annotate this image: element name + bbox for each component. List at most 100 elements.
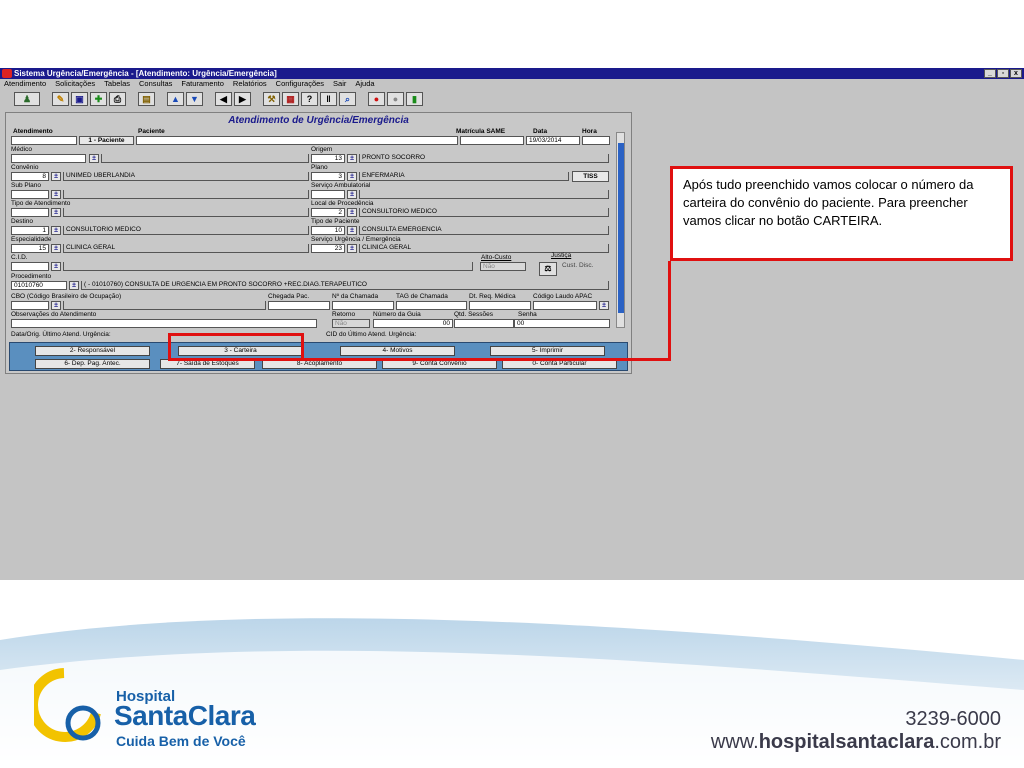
cid-lookup-icon[interactable]: ± — [51, 262, 61, 271]
tipo-paciente-code-field[interactable]: 10 — [311, 226, 345, 235]
last-record-icon[interactable]: ▶ — [234, 91, 251, 106]
especialidade-desc: CLINICA GERAL — [63, 244, 309, 253]
convenio-lookup-icon[interactable]: ± — [51, 172, 61, 181]
medico-code-field[interactable] — [11, 154, 86, 163]
cod-laudo-lookup-icon[interactable]: ± — [599, 301, 609, 310]
menu-atendimento[interactable]: Atendimento — [4, 79, 46, 89]
cid-field[interactable] — [11, 262, 49, 271]
num-guia-field[interactable]: 00 — [373, 319, 453, 328]
print-icon[interactable]: ⎙ — [109, 91, 126, 106]
num-chamada-field[interactable] — [332, 301, 394, 310]
cbo-lookup-icon[interactable]: ± — [51, 301, 61, 310]
retorno-label: Retorno — [332, 311, 356, 318]
hora-label: Hora — [582, 128, 597, 135]
procedimento-code-field[interactable]: 01010760 — [11, 281, 67, 290]
scrollbar-thumb[interactable] — [618, 143, 624, 313]
local-proc-lookup-icon[interactable]: ± — [347, 208, 357, 217]
justica-icon[interactable]: ⚖ — [539, 262, 557, 276]
sub-plano-lookup-icon[interactable]: ± — [51, 190, 61, 199]
cod-laudo-field[interactable] — [533, 301, 597, 310]
medico-lookup-icon[interactable]: ± — [89, 154, 99, 163]
archive-icon[interactable]: ▤ — [138, 91, 155, 106]
exit-icon[interactable]: ▮ — [406, 91, 423, 106]
up-arrow-icon[interactable]: ▲ — [167, 91, 184, 106]
responsavel-button[interactable]: 2- Responsável — [35, 346, 150, 356]
menu-tabelas[interactable]: Tabelas — [104, 79, 130, 89]
atendimento-label: Atendimento — [13, 128, 53, 135]
menu-configuracoes[interactable]: Configurações — [276, 79, 324, 89]
plano-lookup-icon[interactable]: ± — [347, 172, 357, 181]
menu-sair[interactable]: Sair — [333, 79, 346, 89]
qtd-sessoes-field[interactable] — [454, 319, 514, 328]
menu-faturamento[interactable]: Faturamento — [181, 79, 224, 89]
plano-code-field[interactable]: 3 — [311, 172, 345, 181]
edit-icon[interactable]: ✎ — [52, 91, 69, 106]
servico-amb-field[interactable] — [311, 190, 345, 199]
alto-custo-select[interactable]: Não — [480, 262, 526, 271]
paciente-field[interactable] — [136, 136, 458, 145]
users-icon[interactable]: ♟ — [14, 91, 40, 106]
menu-consultas[interactable]: Consultas — [139, 79, 172, 89]
tipo-paciente-lookup-icon[interactable]: ± — [347, 226, 357, 235]
menu-relatorios[interactable]: Relatórios — [233, 79, 267, 89]
atendimento-field[interactable] — [11, 136, 77, 145]
imprimir-button[interactable]: 5- Imprimir — [490, 346, 605, 356]
procedimento-lookup-icon[interactable]: ± — [69, 281, 79, 290]
destino-code-field[interactable]: 1 — [11, 226, 49, 235]
data-label: Data — [533, 128, 548, 135]
first-record-icon[interactable]: ◀ — [215, 91, 232, 106]
menu-ajuda[interactable]: Ajuda — [355, 79, 374, 89]
chegada-label: Chegada Pac. — [268, 293, 310, 300]
cbo-desc — [63, 301, 266, 310]
dt-req-field[interactable] — [469, 301, 531, 310]
observacoes-field[interactable] — [11, 319, 317, 328]
barcode-icon[interactable]: ‖ — [320, 91, 337, 106]
origem-code-field[interactable]: 13 — [311, 154, 345, 163]
close-button[interactable]: x — [1010, 69, 1022, 78]
tipo-atend-field[interactable] — [11, 208, 49, 217]
tag-chamada-field[interactable] — [396, 301, 467, 310]
especialidade-code-field[interactable]: 15 — [11, 244, 49, 253]
cbo-field[interactable] — [11, 301, 49, 310]
sub-plano-field[interactable] — [11, 190, 49, 199]
menu-solicitacoes[interactable]: Solicitações — [55, 79, 95, 89]
red-record-icon[interactable]: ● — [368, 91, 385, 106]
search-icon[interactable]: ⌕ — [339, 91, 356, 106]
convenio-code-field[interactable]: 8 — [11, 172, 49, 181]
chegada-field[interactable] — [268, 301, 330, 310]
down-arrow-icon[interactable]: ▼ — [186, 91, 203, 106]
servico-urg-code-field[interactable]: 23 — [311, 244, 345, 253]
retorno-select[interactable]: Não — [332, 319, 370, 328]
maximize-button[interactable]: ▫ — [997, 69, 1009, 78]
hora-field[interactable] — [582, 136, 610, 145]
tools-icon[interactable]: ⚒ — [263, 91, 280, 106]
add-icon[interactable]: ✚ — [90, 91, 107, 106]
phone-number: 3239-6000 — [905, 708, 1001, 730]
sub-plano-label: Sub Plano — [11, 182, 41, 189]
senha-field[interactable]: 00 — [514, 319, 610, 328]
destino-desc: CONSULTORIO MEDICO — [63, 226, 309, 235]
plano-desc: ENFERMARIA — [359, 172, 569, 181]
especialidade-lookup-icon[interactable]: ± — [51, 244, 61, 253]
destino-lookup-icon[interactable]: ± — [51, 226, 61, 235]
data-field[interactable]: 19/03/2014 — [526, 136, 580, 145]
minimize-button[interactable]: _ — [984, 69, 996, 78]
local-proc-code-field[interactable]: 2 — [311, 208, 345, 217]
tipo-atend-lookup-icon[interactable]: ± — [51, 208, 61, 217]
origem-lookup-icon[interactable]: ± — [347, 154, 357, 163]
help-icon[interactable]: ? — [301, 91, 318, 106]
convenio-label: Convênio — [11, 164, 39, 171]
sub-plano-desc — [63, 190, 309, 199]
motivos-button[interactable]: 4- Motivos — [340, 346, 455, 356]
report-icon[interactable]: ▦ — [282, 91, 299, 106]
form-scrollbar[interactable] — [616, 132, 625, 328]
servico-urg-lookup-icon[interactable]: ± — [347, 244, 357, 253]
matricula-field[interactable] — [460, 136, 524, 145]
dep-pag-antec-button[interactable]: 6- Dep. Pag. Antec. — [35, 359, 150, 369]
save-icon[interactable]: ▣ — [71, 91, 88, 106]
qtd-sessoes-label: Qtd. Sessões — [454, 311, 494, 318]
tiss-button[interactable]: TISS — [572, 171, 609, 182]
gray-record-icon[interactable]: ● — [387, 91, 404, 106]
servico-amb-lookup-icon[interactable]: ± — [347, 190, 357, 199]
paciente-button[interactable]: 1 - Paciente — [79, 136, 134, 145]
